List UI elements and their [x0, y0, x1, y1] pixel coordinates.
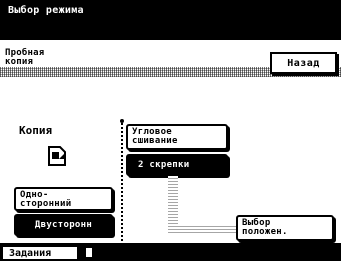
two-sided-button[interactable]: Двусторонн [14, 214, 113, 236]
job-list-icon[interactable] [84, 246, 94, 259]
proof-copy-label: Пробная копия [5, 49, 44, 67]
position-select-button[interactable]: Выбор положен. [236, 215, 334, 241]
window-title: Выбор режима [8, 5, 84, 16]
bottom-bar: Задания [0, 243, 341, 261]
connector-horizontal [168, 224, 238, 233]
copy-label: Копия [19, 124, 53, 137]
header: Пробная копия Назад [0, 40, 341, 84]
corner-staple-button[interactable]: Угловое сшивание [126, 124, 228, 150]
one-sided-line2: сторонний [20, 199, 72, 209]
jobs-tab[interactable]: Задания [1, 245, 79, 261]
position-select-line2: положен. [242, 227, 288, 237]
divider-dot [120, 119, 124, 123]
two-staples-button[interactable]: 2 скрепки [126, 154, 228, 176]
vertical-divider [121, 120, 123, 241]
corner-staple-line2: сшивание [132, 136, 178, 146]
back-button[interactable]: Назад [270, 52, 337, 74]
proof-copy-label-line2: копия [5, 57, 34, 67]
screen: Выбор режима Пробная копия Назад Копия О… [0, 0, 341, 261]
document-icon [48, 146, 66, 166]
title-bar: Выбор режима [0, 0, 341, 40]
main-panel: Копия Одно- сторонний Двусторонн Угловое… [0, 84, 341, 243]
one-sided-button[interactable]: Одно- сторонний [14, 187, 113, 211]
